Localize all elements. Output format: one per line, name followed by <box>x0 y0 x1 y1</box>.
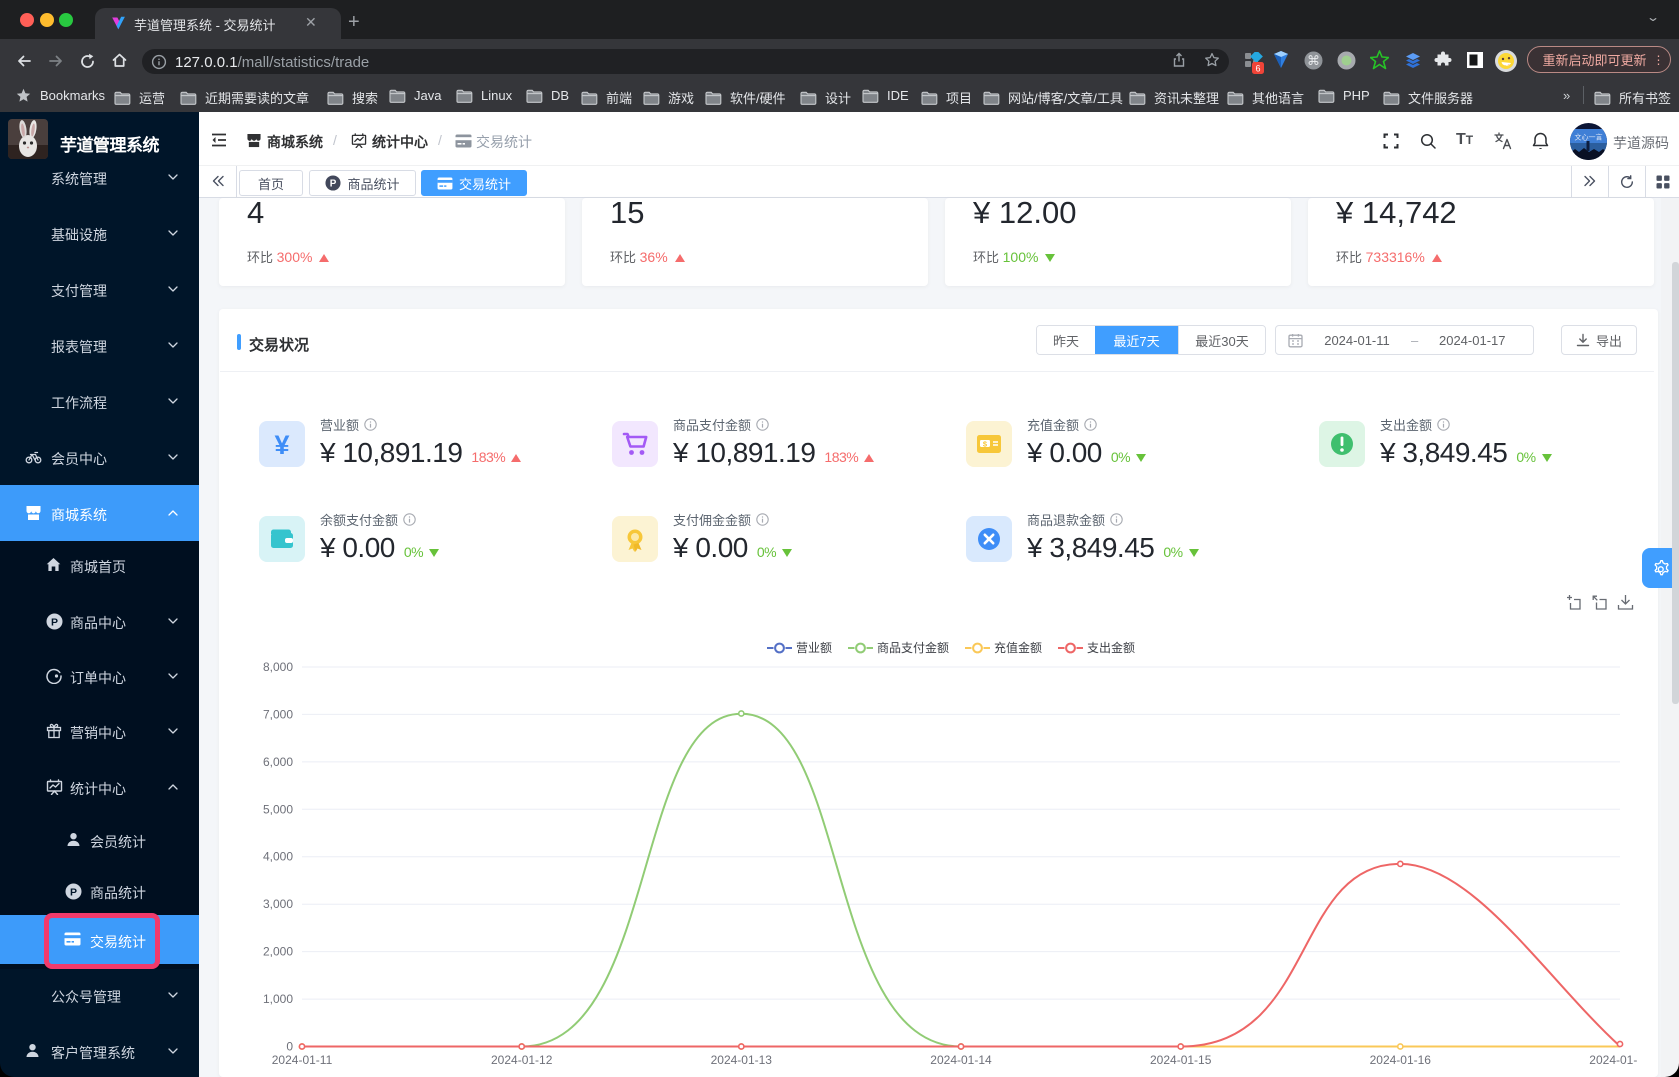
svg-text:¥: ¥ <box>274 430 289 460</box>
svg-text:文心一言: 文心一言 <box>1575 133 1603 142</box>
svg-text:2024-01-11: 2024-01-11 <box>272 1053 333 1067</box>
svg-text:4,000: 4,000 <box>263 850 293 864</box>
svg-text:⌘: ⌘ <box>1307 53 1320 68</box>
svg-text:8,000: 8,000 <box>263 660 293 674</box>
svg-text:6,000: 6,000 <box>263 755 293 769</box>
svg-text:6: 6 <box>1255 64 1260 74</box>
svg-text:2,000: 2,000 <box>263 945 293 959</box>
svg-text:2024-01-13: 2024-01-13 <box>711 1053 773 1067</box>
svg-text:2024-01-12: 2024-01-12 <box>491 1053 553 1067</box>
svg-text:P: P <box>51 616 58 628</box>
svg-text:2024-01-17: 2024-01-17 <box>1589 1053 1637 1067</box>
svg-text:P: P <box>70 886 77 898</box>
svg-text:0: 0 <box>286 1040 293 1054</box>
svg-text:7,000: 7,000 <box>263 707 293 721</box>
svg-text:2024-01-15: 2024-01-15 <box>1150 1053 1212 1067</box>
svg-text:5,000: 5,000 <box>263 802 293 816</box>
svg-text:3,000: 3,000 <box>263 897 293 911</box>
svg-text:P: P <box>330 179 337 190</box>
svg-text:1,000: 1,000 <box>263 992 293 1006</box>
svg-text:2024-01-14: 2024-01-14 <box>930 1053 992 1067</box>
svg-text:2024-01-16: 2024-01-16 <box>1370 1053 1432 1067</box>
